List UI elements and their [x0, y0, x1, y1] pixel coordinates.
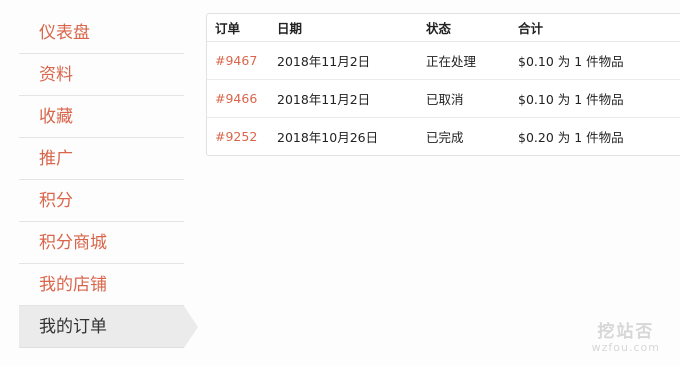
page: 仪表盘 资料 收藏 推广 积分 积分商城 我的店铺 我的订单 订单 日期 状态 …	[0, 0, 680, 366]
sidebar-item-points-mall[interactable]: 积分商城	[19, 222, 184, 264]
sidebar-item-my-store[interactable]: 我的店铺	[19, 264, 184, 306]
sidebar-item-dashboard[interactable]: 仪表盘	[19, 12, 184, 54]
sidebar-item-points[interactable]: 积分	[19, 180, 184, 222]
sidebar-item-my-orders[interactable]: 我的订单	[19, 306, 198, 348]
watermark-site: wzfou.com	[591, 341, 660, 354]
table-row: #9467 2018年11月2日 正在处理 $0.10 为 1 件物品	[207, 41, 680, 80]
order-link[interactable]: #9466	[215, 91, 257, 106]
order-total-cell: $0.20 为 1 件物品	[518, 130, 624, 145]
order-total-cell: $0.10 为 1 件物品	[518, 41, 680, 80]
sidebar-item-profile[interactable]: 资料	[19, 54, 184, 96]
account-sidebar: 仪表盘 资料 收藏 推广 积分 积分商城 我的店铺 我的订单	[19, 12, 199, 348]
order-status-cell: 正在处理	[426, 41, 518, 80]
order-status-cell: 已完成	[426, 130, 464, 145]
order-number-cell: #9467	[207, 41, 277, 80]
column-header-total: 合计	[518, 14, 680, 42]
order-total-cell: $0.10 为 1 件物品	[518, 79, 680, 118]
order-number-cell: #9252	[207, 118, 277, 156]
site-watermark: 挖站否 wzfou.com	[592, 323, 660, 354]
table-row: #9252 2018年10月26日 已完成 $0.20 为 1 件物品	[207, 118, 680, 156]
order-status-cell: 已取消	[426, 79, 518, 118]
table-header-row: 订单 日期 状态 合计	[207, 14, 680, 42]
column-header-order: 订单	[207, 14, 277, 42]
order-link[interactable]: #9467	[215, 53, 257, 68]
sidebar-item-affiliate[interactable]: 推广	[19, 138, 184, 180]
order-date-cell: 2018年11月2日	[277, 41, 426, 80]
order-link[interactable]: #9252	[215, 129, 257, 144]
orders-table-container: 订单 日期 状态 合计 #9467 2018年11月2日 正在处理 $0.10 …	[206, 13, 680, 156]
order-date-cell: 2018年10月26日	[277, 130, 379, 145]
orders-table: 订单 日期 状态 合计 #9467 2018年11月2日 正在处理 $0.10 …	[207, 14, 680, 155]
sidebar-item-favorites[interactable]: 收藏	[19, 96, 184, 138]
table-row: #9466 2018年11月2日 已取消 $0.10 为 1 件物品	[207, 79, 680, 118]
watermark-brand: 挖站否	[597, 322, 655, 342]
order-number-cell: #9466	[207, 79, 277, 118]
column-header-date: 日期	[277, 14, 426, 42]
order-date-cell: 2018年11月2日	[277, 79, 426, 118]
column-header-status: 状态	[426, 14, 518, 42]
